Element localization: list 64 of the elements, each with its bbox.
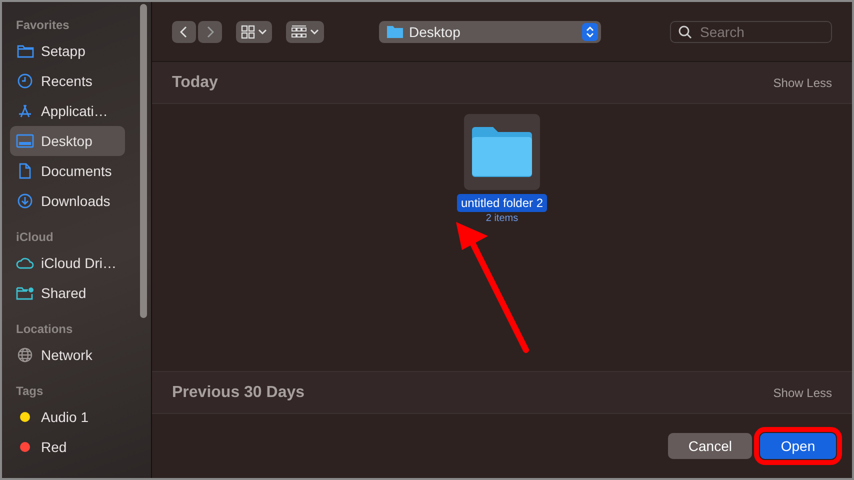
sidebar-item-label: Applicati… xyxy=(41,103,108,119)
caret-icon xyxy=(258,28,267,34)
up-down-chevron-icon xyxy=(586,26,594,38)
sidebar-item-label: Documents xyxy=(41,163,112,179)
sidebar-item[interactable]: Setapp xyxy=(10,36,125,66)
forward-button[interactable] xyxy=(198,20,222,42)
download-icon xyxy=(17,193,33,209)
sidebar-item[interactable]: Downloads xyxy=(10,186,125,216)
back-button[interactable] xyxy=(172,20,196,42)
sidebar-section-title: Tags xyxy=(15,383,44,400)
search-input[interactable]: Search xyxy=(698,22,822,40)
sidebar-item-label: iCloud Dri… xyxy=(41,255,116,271)
folder-icon xyxy=(387,25,403,38)
sidebar-section-title: Favorites xyxy=(15,17,70,34)
sidebar-item[interactable]: Desktop xyxy=(10,126,125,156)
document-icon xyxy=(18,163,32,179)
folder-thumbnail[interactable] xyxy=(464,114,540,190)
group-title: Previous 30 Days xyxy=(172,384,305,402)
sidebar-item-label: Desktop xyxy=(41,133,92,149)
app-store-icon xyxy=(17,103,33,119)
group-title: Today xyxy=(172,74,218,92)
open-button[interactable]: Open xyxy=(760,433,836,459)
sidebar-item-label: Audio 1 xyxy=(41,409,88,425)
sidebar-item[interactable]: Recents xyxy=(10,66,125,96)
icon-view-button[interactable] xyxy=(236,20,272,42)
sidebar-section-title: Locations xyxy=(15,321,74,338)
tag-dot xyxy=(19,411,31,423)
sidebar-item[interactable]: Shared xyxy=(10,278,125,308)
search-icon xyxy=(678,24,692,38)
sidebar-item-label: Downloads xyxy=(41,193,110,209)
sidebar-item-label: Red xyxy=(41,439,67,455)
sidebar-item[interactable]: iCloud Dri… xyxy=(10,248,125,278)
desktop-icon xyxy=(16,134,34,148)
sidebar-item[interactable]: Documents xyxy=(10,156,125,186)
group-button[interactable] xyxy=(286,20,324,42)
grouped-grid-icon xyxy=(291,24,307,38)
sidebar-item[interactable]: Applicati… xyxy=(10,96,125,126)
grid-icon xyxy=(241,24,255,38)
folder-icon xyxy=(470,126,534,178)
sidebar-item-label: Setapp xyxy=(41,43,86,59)
search-field[interactable]: Search xyxy=(670,20,832,42)
shared-folder-icon xyxy=(16,286,34,300)
folder-icon xyxy=(16,44,34,58)
clock-icon xyxy=(17,73,33,89)
sidebar-item-label: Network xyxy=(41,347,92,363)
file-detail: 2 items xyxy=(486,213,518,224)
chevron-left-icon xyxy=(180,26,188,38)
sidebar-item-label: Shared xyxy=(41,285,86,301)
location-popup[interactable]: Desktop xyxy=(379,20,601,42)
sidebar-item[interactable]: Network xyxy=(10,340,125,370)
tag-dot xyxy=(19,441,31,453)
globe-icon xyxy=(17,347,33,363)
sidebar-item[interactable]: Red xyxy=(10,432,125,462)
scrollbar-thumb[interactable] xyxy=(140,4,147,318)
file-name: untitled folder 2 xyxy=(456,194,548,212)
chevron-right-icon xyxy=(206,26,214,38)
sidebar-item-label: Recents xyxy=(41,73,92,89)
caret-icon xyxy=(310,28,319,34)
sidebar-section-title: iCloud xyxy=(15,229,54,246)
cancel-button[interactable]: Cancel xyxy=(668,433,752,459)
show-less-link[interactable]: Show Less xyxy=(773,386,832,400)
sidebar-item[interactable]: Audio 1 xyxy=(10,402,125,432)
show-less-link[interactable]: Show Less xyxy=(773,76,832,90)
cloud-icon xyxy=(16,256,34,270)
